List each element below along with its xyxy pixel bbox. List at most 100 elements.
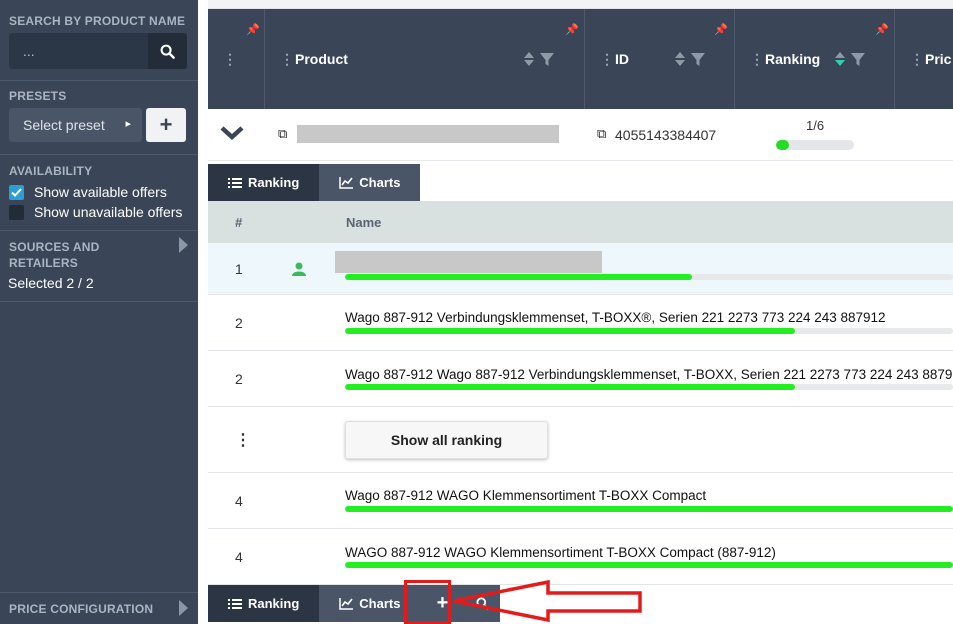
ranking-row-rank: 1	[235, 261, 243, 277]
header-price[interactable]: ⋮ Pric	[895, 9, 953, 109]
checkbox-checked-icon	[9, 184, 24, 200]
ranking-row-bar	[345, 328, 953, 334]
tab-ranking[interactable]: Ranking	[208, 164, 320, 201]
header-options-column[interactable]: 📌 ⋮	[208, 9, 265, 109]
tab-charts-label: Charts	[359, 596, 401, 611]
header-product-label: Product	[295, 51, 348, 67]
sort-filter-controls[interactable]	[523, 51, 555, 67]
sources-section[interactable]: SOURCES AND RETAILERS Selected 2 / 2	[0, 231, 198, 302]
own-offer-user-icon	[292, 262, 306, 276]
ranking-row-name: WAGO 887-912 WAGO Klemmensortiment T-BOX…	[345, 545, 776, 560]
column-menu-icon[interactable]: ⋮	[910, 51, 924, 68]
pin-icon[interactable]: 📌	[875, 23, 889, 36]
tab-charts[interactable]: Charts	[319, 164, 421, 201]
header-price-label: Pric	[925, 51, 952, 67]
pin-icon[interactable]: 📌	[246, 23, 260, 36]
search-label: SEARCH BY PRODUCT NAME	[9, 14, 186, 28]
show-available-checkbox[interactable]: Show available offers	[9, 184, 167, 200]
price-config-section[interactable]: PRICE CONFIGURATION	[0, 592, 198, 624]
detail-tabs-top: Ranking Charts	[208, 164, 421, 201]
sort-filter-controls[interactable]	[674, 51, 706, 67]
search-input[interactable]: ...	[9, 33, 148, 69]
sort-icon[interactable]	[674, 51, 686, 67]
expand-triangle-icon[interactable]	[179, 600, 188, 616]
line-chart-icon	[339, 597, 354, 610]
ranking-list-icon	[228, 177, 242, 188]
ranking-row-bar	[345, 562, 953, 568]
pin-icon[interactable]: 📌	[565, 23, 579, 36]
line-chart-icon	[339, 176, 354, 189]
search-icon	[160, 44, 175, 59]
ranking-row[interactable]: 2 Wago 887-912 Verbindungsklemmenset, T-…	[208, 295, 953, 351]
product-id: 4055143384407	[615, 127, 717, 143]
ranking-row-name: Wago 887-912 Verbindungsklemmenset, T-BO…	[345, 310, 886, 325]
column-menu-icon[interactable]: ⋮	[750, 51, 764, 68]
ranking-row[interactable]: 4 WAGO 887-912 WAGO Klemmensortiment T-B…	[208, 529, 953, 585]
header-product[interactable]: 📌 ⋮ Product	[265, 9, 585, 109]
sort-desc-active-icon[interactable]	[834, 51, 846, 67]
copy-icon[interactable]: ⧉	[597, 126, 606, 142]
show-all-row: ⋮ Show all ranking	[208, 407, 953, 473]
ranking-row-bar-fill	[345, 384, 795, 390]
ranking-row[interactable]: 2 Wago 887-912 Wago 887-912 Verbindungsk…	[208, 351, 953, 407]
row-menu-icon[interactable]: ⋮	[235, 430, 251, 450]
price-config-label: PRICE CONFIGURATION	[9, 602, 154, 616]
checkbox-unchecked-icon	[9, 204, 24, 220]
ranking-progress-fill	[776, 140, 789, 150]
ranking-row-bar-fill	[345, 328, 795, 334]
ranking-fraction: 1/6	[806, 118, 825, 133]
filter-icon[interactable]	[850, 51, 866, 67]
ranking-list-icon	[228, 598, 242, 609]
show-unavailable-checkbox[interactable]: Show unavailable offers	[9, 204, 182, 220]
chevron-right-icon: ▸	[125, 118, 131, 130]
show-all-ranking-button[interactable]: Show all ranking	[345, 421, 548, 459]
ranking-row-name: Wago 887-912 Wago 887-912 Verbindungskle…	[345, 367, 953, 382]
redacted-product-name	[297, 125, 559, 143]
availability-label: AVAILABILITY	[9, 164, 93, 178]
sidebar: SEARCH BY PRODUCT NAME ... PRESETS Selec…	[0, 0, 198, 624]
highlight-box	[404, 580, 451, 624]
column-menu-icon[interactable]: ⋮	[280, 51, 294, 68]
header-id[interactable]: 📌 ⋮ ID	[585, 9, 735, 109]
ranking-progress-bar	[776, 140, 854, 150]
table-header: 📌 ⋮ 📌 ⋮ Product 📌 ⋮ ID 📌 ⋮ Ranking ⋮ Pri…	[208, 9, 953, 109]
sources-label-1: SOURCES AND	[9, 240, 100, 254]
ranking-row-bar-fill	[345, 562, 953, 568]
main-area: 📌 ⋮ 📌 ⋮ Product 📌 ⋮ ID 📌 ⋮ Ranking ⋮ Pri…	[208, 0, 953, 624]
ranking-row[interactable]: 4 Wago 887-912 WAGO Klemmensortiment T-B…	[208, 473, 953, 529]
ranking-row-rank: 2	[235, 371, 243, 387]
header-id-label: ID	[615, 51, 629, 67]
sort-icon[interactable]	[523, 51, 535, 67]
search-button[interactable]	[148, 33, 187, 69]
preset-select[interactable]: Select preset ▸	[9, 108, 142, 142]
show-available-label: Show available offers	[34, 184, 167, 200]
expand-triangle-icon[interactable]	[179, 237, 188, 253]
product-row[interactable]: ⧉ ⧉ 4055143384407 1/6	[208, 109, 953, 161]
header-ranking[interactable]: 📌 ⋮ Ranking	[735, 9, 895, 109]
column-menu-icon[interactable]: ⋮	[600, 51, 614, 68]
filter-icon[interactable]	[690, 51, 706, 67]
column-menu-icon[interactable]: ⋮	[223, 51, 237, 68]
redacted-offer-name	[335, 251, 602, 273]
pin-icon[interactable]: 📌	[714, 23, 728, 36]
presets-label: PRESETS	[9, 89, 67, 103]
ranking-row-bar	[345, 506, 953, 512]
filter-icon[interactable]	[539, 51, 555, 67]
ranking-row-name: Wago 887-912 WAGO Klemmensortiment T-BOX…	[345, 488, 707, 503]
tab-ranking[interactable]: Ranking	[208, 585, 320, 622]
tab-ranking-label: Ranking	[248, 596, 300, 611]
ranking-row-bar	[345, 384, 953, 390]
annotation-arrow-icon	[453, 579, 642, 623]
copy-icon[interactable]: ⧉	[278, 126, 287, 142]
ranking-row[interactable]: 1	[208, 243, 953, 295]
sort-filter-controls[interactable]	[834, 51, 866, 67]
header-ranking-label: Ranking	[765, 51, 821, 67]
add-preset-button[interactable]: +	[146, 108, 186, 142]
search-section: SEARCH BY PRODUCT NAME ...	[0, 0, 198, 81]
chevron-down-icon[interactable]	[220, 125, 244, 141]
ranking-row-rank: 2	[235, 315, 243, 331]
ranking-row-rank: 4	[235, 549, 243, 565]
header-name: Name	[346, 215, 382, 230]
top-strip	[208, 0, 953, 9]
ranking-row-bar-fill	[345, 274, 692, 280]
